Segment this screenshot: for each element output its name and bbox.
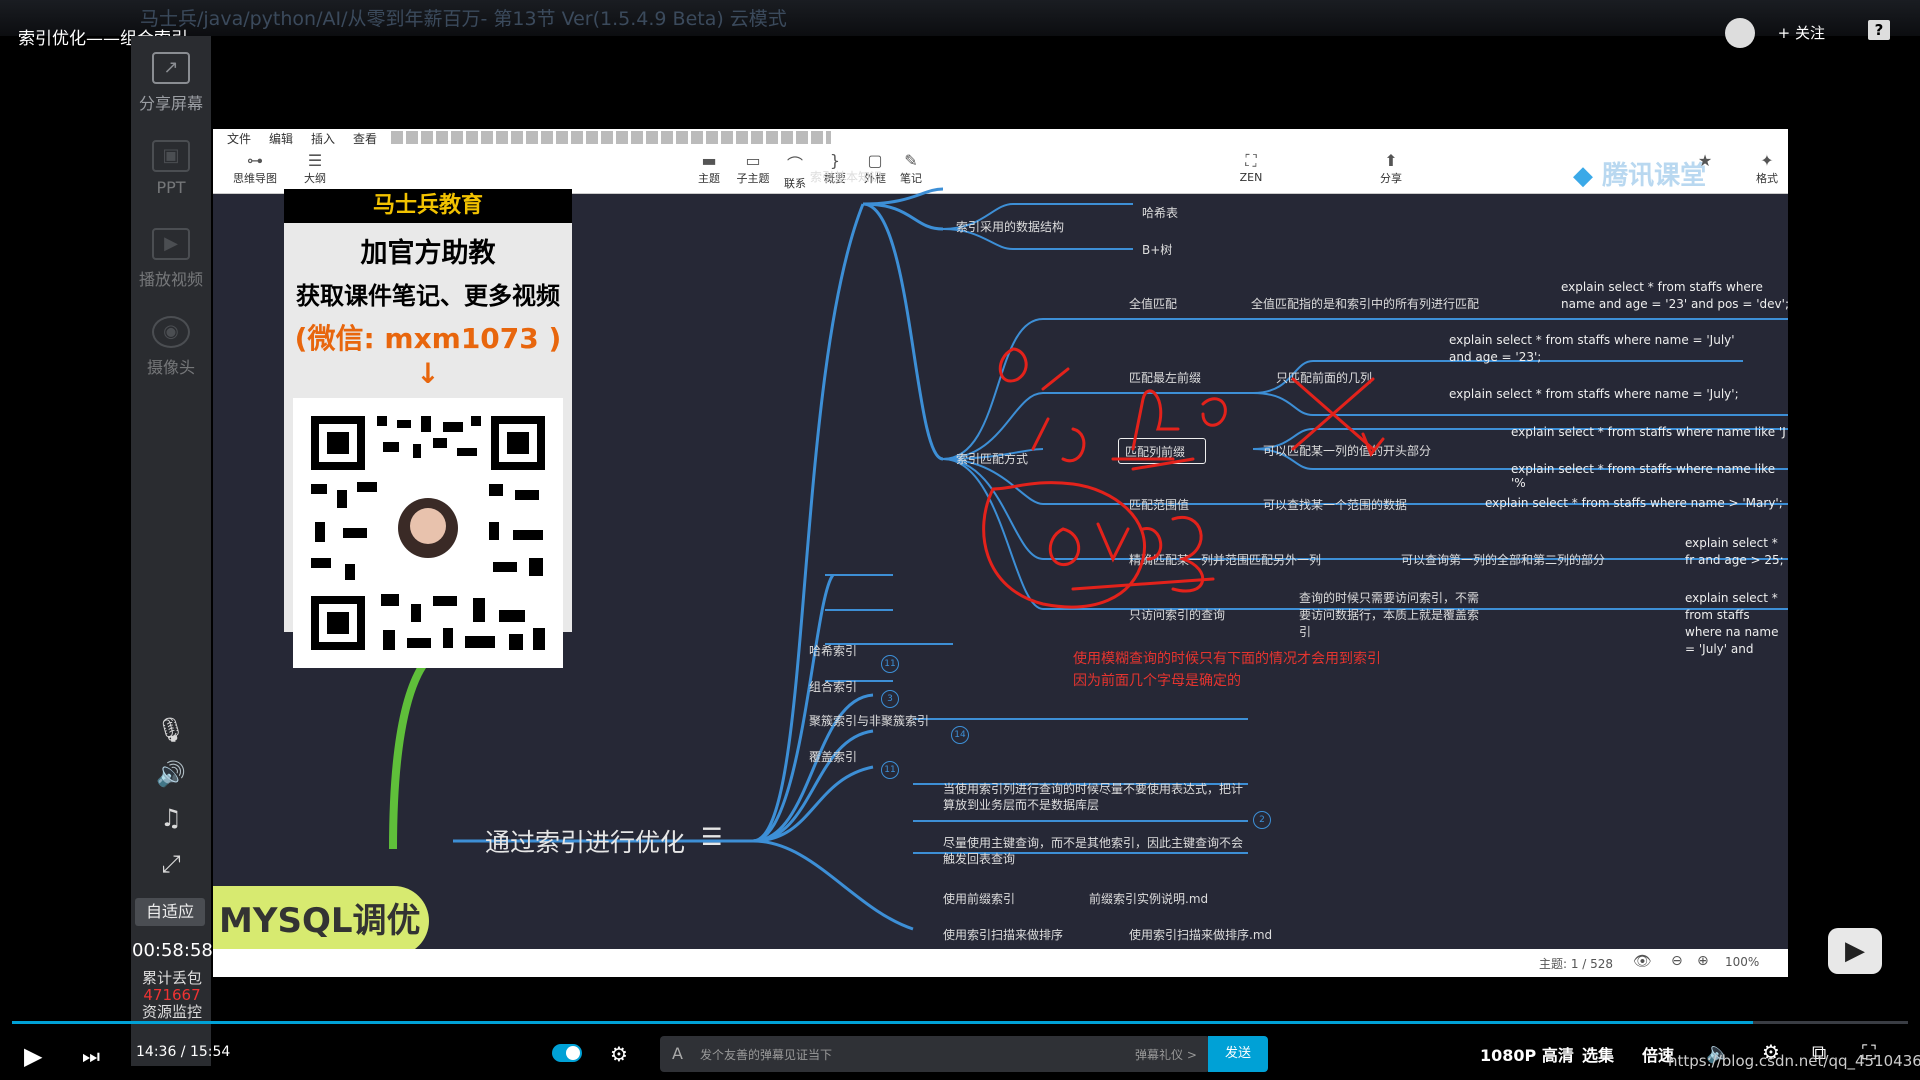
promo-overlay: 马士兵教育 加官方助教 获取课件笔记、更多视频 (微信: mxm1073 ) ↓	[284, 189, 572, 668]
music-icon[interactable]: ♫	[131, 804, 211, 832]
current-time: 14:36	[136, 1044, 177, 1060]
packet-loss-value: 471667	[143, 986, 201, 1004]
play-icon[interactable]: ▶	[24, 1042, 42, 1070]
promo-line-2: 获取课件笔记、更多视频	[296, 282, 560, 310]
packet-loss-label: 累计丢包	[141, 969, 202, 987]
share-screen-button[interactable]: ↗ 分享屏幕	[131, 52, 211, 114]
mic-muted-icon[interactable]: 🎙	[131, 716, 211, 744]
share-screen-icon: ↗	[152, 52, 190, 84]
csdn-watermark: https://blog.csdn.net/qq_45104361	[1668, 1052, 1920, 1070]
duration: 15:54	[189, 1044, 231, 1060]
playback-time: 14:36 / 15:54	[136, 1044, 231, 1060]
progress-fill	[12, 1021, 1753, 1024]
danmaku-toggle[interactable]	[552, 1044, 582, 1062]
share-screen-label: 分享屏幕	[138, 94, 203, 113]
quality-selector[interactable]: 1080P 高清	[1480, 1042, 1574, 1066]
play-video-label: 播放视频	[138, 270, 203, 289]
help-icon[interactable]: ?	[1868, 20, 1890, 40]
camera-label: 摄像头	[146, 358, 195, 377]
promo-brand: 马士兵教育	[284, 189, 572, 223]
zoom-in-icon[interactable]: ⊕	[1697, 953, 1709, 969]
class-timecode: 00:58:58	[132, 940, 213, 961]
ppt-icon: ▣	[152, 140, 190, 172]
resource-monitor-label[interactable]: 资源监控	[132, 1004, 212, 1021]
qr-code	[293, 398, 563, 668]
fullscreen-icon[interactable]: ⤢	[131, 850, 211, 878]
camera-icon: ◉	[152, 316, 190, 348]
packet-loss-stats: 累计丢包 471667 资源监控	[132, 970, 212, 1021]
speaker-icon[interactable]: 🔊	[131, 760, 211, 788]
uploader-avatar[interactable]	[1725, 18, 1755, 48]
ppt-button[interactable]: ▣ PPT	[131, 140, 211, 197]
follow-button[interactable]: + 关注	[1778, 22, 1825, 43]
play-video-icon: ▶	[152, 228, 190, 260]
text-style-icon[interactable]: A	[672, 1044, 683, 1063]
danmaku-input[interactable]: A 发个友善的弹幕见证当下 弹幕礼仪 >	[660, 1036, 1210, 1072]
adapt-button[interactable]: 自适应	[135, 898, 205, 926]
camera-button[interactable]: ◉ 摄像头	[131, 316, 211, 378]
danmaku-settings-icon[interactable]: ⚙	[610, 1042, 628, 1066]
episodes-button[interactable]: 选集	[1582, 1042, 1614, 1066]
danmaku-etiquette-link[interactable]: 弹幕礼仪 >	[1135, 1046, 1197, 1063]
zoom-out-icon[interactable]: ⊖	[1671, 953, 1683, 969]
play-video-button[interactable]: ▶ 播放视频	[131, 228, 211, 290]
topic-count: 主题: 1 / 528	[1539, 957, 1614, 971]
ppt-label: PPT	[156, 178, 186, 197]
eye-icon[interactable]: 👁	[1633, 952, 1652, 970]
next-icon[interactable]: ⏭	[82, 1044, 100, 1068]
danmaku-placeholder: 发个友善的弹幕见证当下	[700, 1048, 833, 1062]
danmaku-toggle-knob	[566, 1046, 580, 1060]
promo-line-1: 加官方助教	[360, 238, 496, 269]
app-statusbar: 主题: 1 / 528 👁 ⊖ ⊕ 100%	[213, 949, 1788, 977]
send-button[interactable]: 发送	[1208, 1036, 1268, 1072]
qr-code-graphic	[311, 416, 545, 650]
recorded-window-title: 马士兵/java/python/AI/从零到年薪百万- 第13节 Ver(1.5…	[140, 8, 787, 30]
zoom-level[interactable]: 100%	[1725, 955, 1759, 969]
bilibili-logo-icon: ▶	[1828, 928, 1882, 974]
promo-wechat: (微信: mxm1073 ) ↓	[294, 322, 562, 390]
